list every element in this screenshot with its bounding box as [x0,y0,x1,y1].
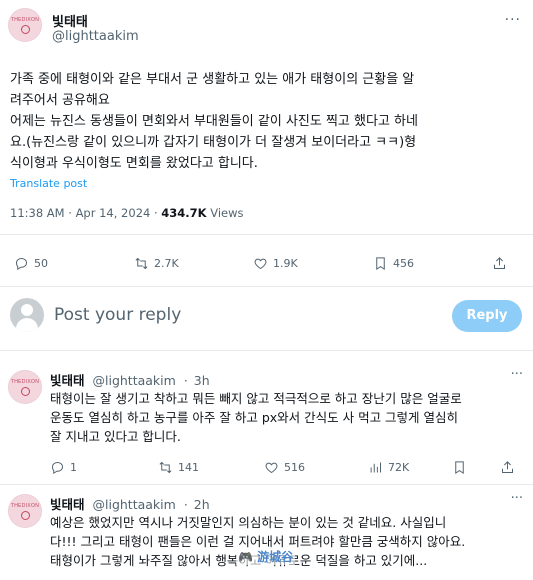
like-action[interactable]: 516 [264,457,305,477]
avatar-logo-icon [21,25,30,34]
tweet-time[interactable]: 11:38 AM [10,206,65,220]
reply-text-line: 예상은 했었지만 역시나 거짓말인지 의심하는 분이 있는 것 같네요. 사실입… [50,515,447,530]
reply-item[interactable]: THEDIXON 빛태태 @lighttaakim · 2h ··· 예상은 했… [0,491,533,580]
bookmark-icon [376,256,385,270]
author-name[interactable]: 빛태태 [52,11,88,30]
tweet-text-line: 어제는 뉴진스 동생들이 면회와서 부대원들이 같이 사진도 찍고 했다고 하네 [10,114,418,129]
watermark-text: 🎮 游城谷 [236,548,296,565]
reply-actions: 1 141 516 72K [0,457,533,477]
avatar-logo-text: THEDIXON [10,17,40,23]
views-count: 434.7K [161,206,207,220]
reply-action[interactable]: 50 [14,253,48,273]
reply-author-avatar[interactable]: THEDIXON [8,370,42,404]
like-count: 516 [284,460,305,474]
like-count: 1.9K [273,256,298,270]
author-avatar[interactable]: THEDIXON [8,8,42,42]
tweet-meta: 11:38 AM · Apr 14, 2024 · 434.7K Views [10,206,244,220]
divider [0,286,533,287]
author-handle[interactable]: @lighttaakim [52,29,139,44]
reply-icon [51,461,64,474]
reply-composer: Post your reply Reply [0,296,533,336]
repost-count: 141 [178,460,199,474]
reply-icon [15,257,28,270]
tweet-text-line: 가족 중에 태형이와 같은 부대서 군 생활하고 있는 애가 태형이의 근황을 … [10,72,415,87]
reply-author-handle[interactable]: @lighttaakim [93,497,176,512]
reply-count: 1 [70,460,77,474]
divider [0,484,533,485]
repost-icon [159,461,172,473]
bookmark-icon [455,460,464,474]
repost-action[interactable]: 141 [158,457,199,477]
reply-item[interactable]: THEDIXON 빛태태 @lighttaakim · 3h ··· 태형이는 … [0,367,533,480]
views-count: 72K [388,460,410,474]
share-action[interactable] [500,457,520,477]
reply-header: 빛태태 @lighttaakim · 2h [50,497,210,512]
reply-input[interactable]: Post your reply [54,305,181,325]
repost-action[interactable]: 2.7K [134,253,179,273]
more-icon[interactable]: ··· [511,367,523,382]
reply-author-avatar[interactable]: THEDIXON [8,494,42,528]
reply-text-line: 태형이는 잘 생기고 착하고 뭐든 빼지 않고 적극적으로 하고 장난기 많은 … [50,391,462,406]
divider [0,234,533,235]
reply-header: 빛태태 @lighttaakim · 3h [50,373,210,388]
avatar-logo-icon [21,387,30,396]
more-icon[interactable]: ··· [511,491,523,506]
like-icon [265,462,278,473]
avatar-logo-text: THEDIXON [10,503,40,509]
reply-author-name[interactable]: 빛태태 [50,373,85,388]
divider [0,350,533,351]
translate-post-link[interactable]: Translate post [10,177,87,190]
avatar-logo-icon [21,511,30,520]
reply-time[interactable]: 3h [194,373,210,388]
reply-action[interactable]: 1 [50,457,77,477]
like-icon [254,258,267,269]
repost-count: 2.7K [154,256,179,270]
tweet-text: 가족 중에 태형이와 같은 부대서 군 생활하고 있는 애가 태형이의 근황을 … [10,69,525,174]
reply-text-line: 잘 지내고 있다고 합니다. [50,429,181,444]
bookmark-action[interactable]: 456 [373,253,414,273]
like-action[interactable]: 1.9K [253,253,298,273]
views-icon [370,462,381,472]
reply-button[interactable]: Reply [452,300,522,332]
share-action[interactable] [492,253,512,273]
repost-icon [135,257,148,269]
share-icon [494,256,505,269]
reply-author-handle[interactable]: @lighttaakim [93,373,176,388]
reply-text-line: 운동도 열심히 하고 농구를 아주 잘 하고 px와서 간식도 사 먹고 그렇게… [50,410,459,425]
reply-count: 50 [34,256,48,270]
tweet-date[interactable]: Apr 14, 2024 [76,206,151,220]
tweet-header: THEDIXON 빛태태 @lighttaakim ··· [8,8,525,54]
bookmark-action[interactable] [452,457,472,477]
more-icon[interactable]: ··· [505,12,521,28]
reply-text: 태형이는 잘 생기고 착하고 뭐든 빼지 않고 적극적으로 하고 장난기 많은 … [50,389,525,446]
tweet-text-line: 식이형과 우식이형도 면회를 왔었다고 합니다. [10,156,258,171]
tweet-text-line: 려주어서 공유해요 [10,93,110,108]
avatar-logo-text: THEDIXON [10,379,40,385]
avatar-person-icon [10,298,44,332]
bookmark-count: 456 [393,256,414,270]
reply-author-name[interactable]: 빛태태 [50,497,85,512]
share-icon [502,460,513,473]
views-label: Views [210,206,244,220]
tweet-actions: 50 2.7K 1.9K 456 [0,253,533,273]
views-action[interactable]: 72K [368,457,409,477]
reply-time[interactable]: 2h [194,497,210,512]
tweet-text-line: 요.(뉴진스랑 같이 있으니까 갑자기 태형이가 더 잘생겨 보이더라고 ㅋㅋ)… [10,135,417,150]
